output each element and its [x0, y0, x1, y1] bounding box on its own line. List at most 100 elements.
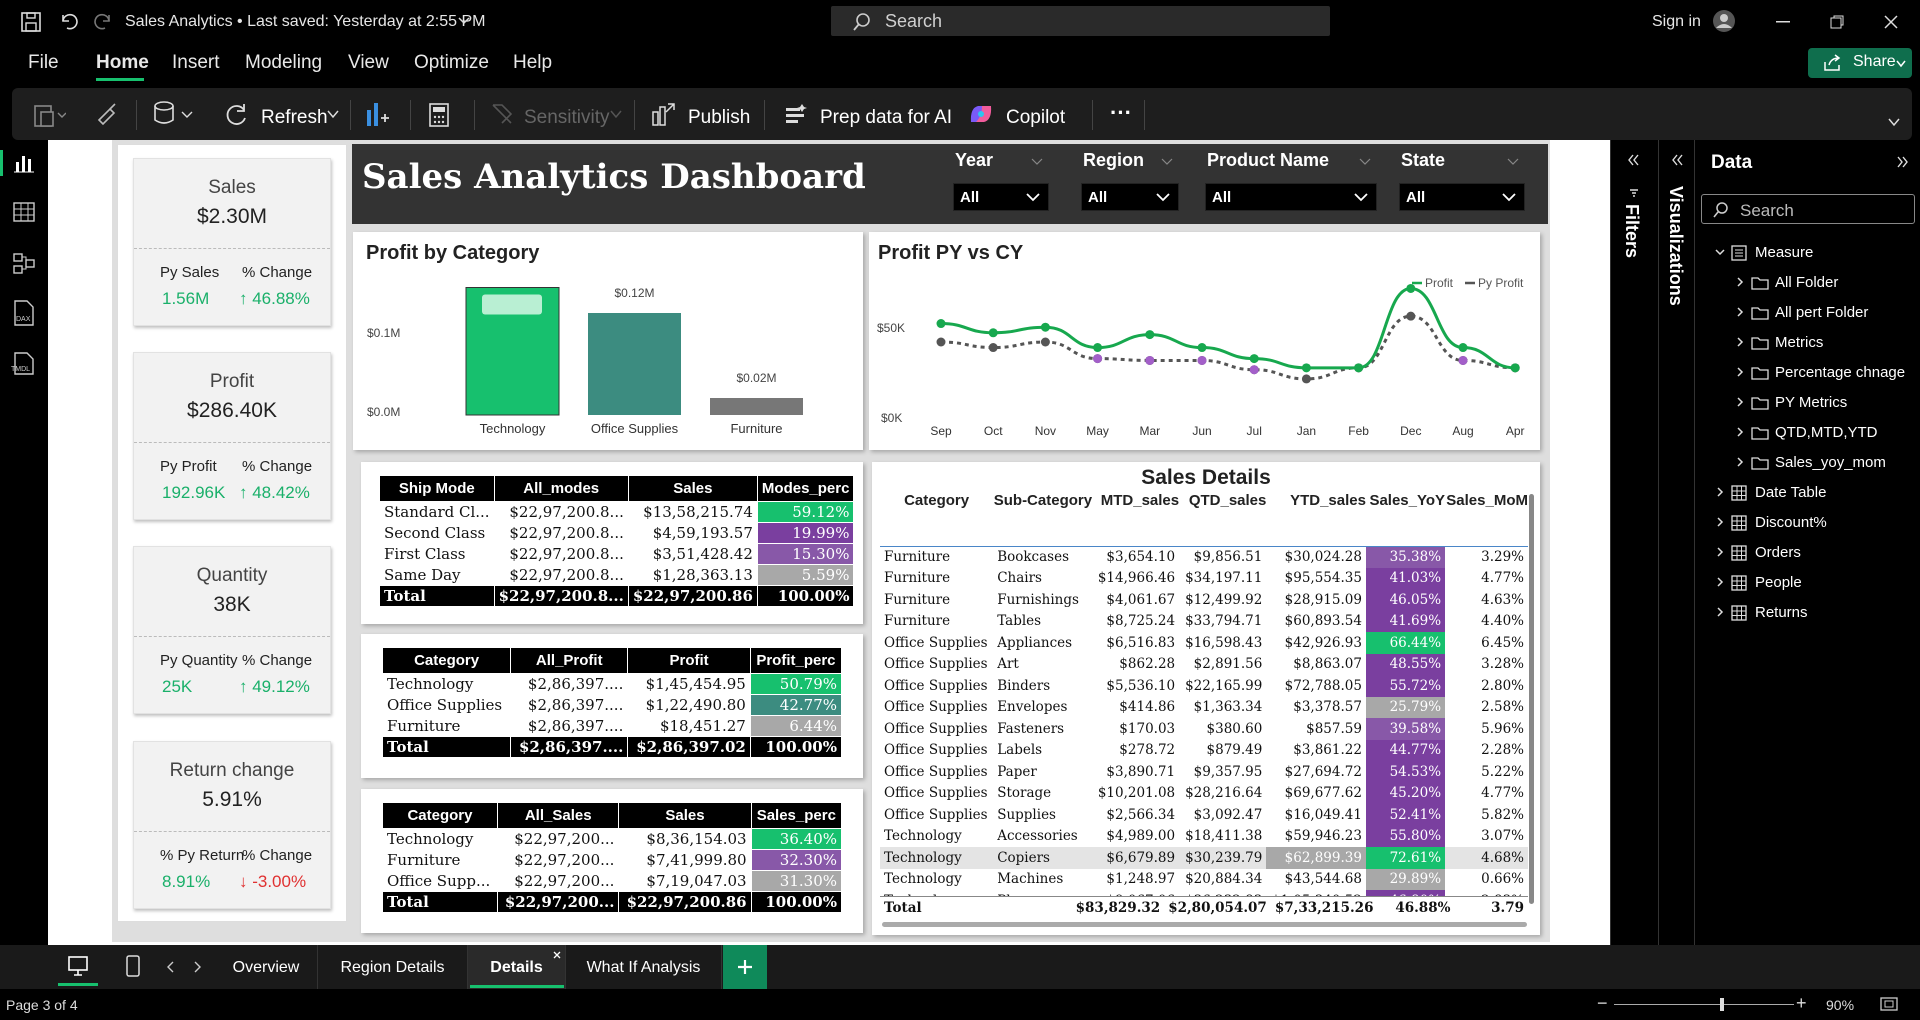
tab-what-if-analysis[interactable]: What If Analysis: [566, 945, 722, 989]
ship-mode-table[interactable]: Ship Mode All_modes Sales Modes_perc Standar…: [379, 475, 855, 607]
calculator-icon[interactable]: [428, 102, 450, 128]
slicer-product-name[interactable]: Product Name All: [1205, 150, 1389, 211]
search-box[interactable]: Search: [831, 6, 1330, 36]
tab-overview[interactable]: Overview: [215, 945, 318, 989]
column-header[interactable]: Sales: [618, 802, 752, 829]
model-view-icon[interactable]: [13, 252, 35, 274]
undo-icon[interactable]: [58, 11, 78, 31]
slicer-year[interactable]: Year All: [953, 150, 1061, 211]
slicer-dropdown[interactable]: All: [1399, 183, 1525, 211]
get-data-icon[interactable]: [152, 100, 194, 128]
slicer-dropdown[interactable]: All: [1205, 183, 1377, 211]
column-header[interactable]: Ship Mode: [379, 475, 495, 502]
add-page-button[interactable]: [723, 945, 767, 989]
menu-modeling[interactable]: Modeling: [245, 52, 322, 74]
format-painter-icon[interactable]: [96, 102, 120, 126]
column-header[interactable]: YTD_sales: [1266, 486, 1366, 546]
zoom-slider-thumb[interactable]: [1720, 998, 1724, 1011]
column-header[interactable]: Sub-Category: [993, 486, 1092, 546]
column-header[interactable]: Category: [382, 802, 498, 829]
chevron-right-icon[interactable]: [1735, 427, 1745, 437]
copilot-button[interactable]: Copilot: [1006, 107, 1065, 129]
tmdl-view-icon[interactable]: TMDL: [10, 352, 38, 376]
sales-details-table[interactable]: Category Sub-Category MTD_sales QTD_sales YT…: [880, 486, 1528, 912]
mobile-layout-icon[interactable]: [125, 955, 141, 977]
column-header[interactable]: All_Sales: [496, 802, 620, 829]
column-header[interactable]: Profit: [627, 647, 751, 674]
tree-item-table[interactable]: People: [1755, 574, 1802, 591]
tree-item-folder[interactable]: All Folder: [1775, 274, 1838, 291]
chevron-right-icon[interactable]: [1735, 337, 1745, 347]
prep-data-button[interactable]: Prep data for AI: [820, 107, 952, 129]
menu-help[interactable]: Help: [513, 52, 552, 74]
prev-page-icon[interactable]: [166, 961, 174, 973]
tree-item-folder[interactable]: Percentage chnage: [1775, 364, 1905, 381]
tree-item-measure[interactable]: Measure: [1755, 244, 1813, 261]
chevron-down-icon[interactable]: [327, 110, 339, 119]
slicer-collapse-icon[interactable]: [1161, 158, 1173, 165]
more-options-button[interactable]: ···: [1110, 100, 1132, 126]
collapse-ribbon-icon[interactable]: [1888, 118, 1900, 127]
chevron-right-icon[interactable]: [1735, 307, 1745, 317]
data-search-input[interactable]: Search: [1701, 194, 1915, 224]
sign-in-link[interactable]: Sign in: [1652, 13, 1701, 31]
expand-filters-icon[interactable]: [1627, 154, 1639, 166]
filters-label[interactable]: Filters: [1621, 204, 1642, 258]
menu-view[interactable]: View: [348, 52, 389, 74]
slicer-collapse-icon[interactable]: [1507, 158, 1519, 165]
save-icon[interactable]: [20, 11, 42, 33]
menu-file[interactable]: File: [28, 52, 59, 74]
chevron-right-icon[interactable]: [1735, 397, 1745, 407]
expand-visualizations-icon[interactable]: [1671, 154, 1683, 166]
chevron-right-icon[interactable]: [1735, 277, 1745, 287]
column-header[interactable]: Sales_YoY: [1366, 486, 1445, 546]
profit-by-category-chart[interactable]: Profit by Category $0.0M$0.1M$0.15MTechn…: [353, 232, 863, 450]
slicer-collapse-icon[interactable]: [1031, 158, 1043, 165]
tree-item-folder[interactable]: PY Metrics: [1775, 394, 1847, 411]
column-header[interactable]: Sales_perc: [750, 802, 843, 829]
tree-item-folder[interactable]: All pert Folder: [1775, 304, 1868, 321]
sales-details-viewport[interactable]: Category Sub-Category MTD_sales QTD_sales YT…: [880, 486, 1528, 924]
refresh-button[interactable]: Refresh: [261, 107, 328, 129]
chevron-right-icon[interactable]: [1715, 487, 1725, 497]
chevron-down-icon[interactable]: [1715, 247, 1725, 257]
slicer-region[interactable]: Region All: [1081, 150, 1191, 211]
chevron-right-icon[interactable]: [1715, 517, 1725, 527]
share-button[interactable]: Share: [1808, 48, 1912, 78]
tab-region-details[interactable]: Region Details: [318, 945, 468, 989]
column-header[interactable]: Category: [880, 486, 993, 546]
column-header[interactable]: QTD_sales: [1179, 486, 1267, 546]
slicer-collapse-icon[interactable]: [1359, 158, 1371, 165]
tree-item-table[interactable]: Date Table: [1755, 484, 1826, 501]
table-view-icon[interactable]: [13, 202, 35, 222]
profit-py-vs-cy-chart[interactable]: Profit PY vs CY $50K $0K Profit Py Profit Se…: [869, 232, 1540, 450]
close-tab-icon[interactable]: [553, 951, 561, 959]
kpi-card[interactable]: Profit $286.40K Py Profit % Change 192.96K ↑ …: [133, 352, 331, 520]
restore-icon[interactable]: [1830, 15, 1844, 29]
close-icon[interactable]: [1884, 15, 1898, 29]
chevron-down-icon[interactable]: [458, 16, 470, 26]
zoom-out-button[interactable]: −: [1597, 993, 1608, 1014]
column-header[interactable]: All_Profit: [510, 647, 629, 674]
menu-home[interactable]: Home: [96, 52, 149, 74]
dax-query-icon[interactable]: DAX: [12, 300, 36, 326]
sales-category-table[interactable]: Category All_Sales Sales Sales_perc Technolo…: [382, 802, 843, 913]
publish-button[interactable]: Publish: [688, 107, 750, 129]
slicer-state[interactable]: State All: [1399, 150, 1537, 211]
desktop-layout-icon[interactable]: [67, 955, 89, 977]
avatar-icon[interactable]: [1712, 9, 1736, 33]
horizontal-scrollbar[interactable]: [882, 922, 1527, 927]
chevron-right-icon[interactable]: [1735, 457, 1745, 467]
zoom-slider[interactable]: [1614, 1004, 1794, 1005]
report-view-icon[interactable]: [13, 152, 35, 174]
zoom-in-button[interactable]: +: [1796, 993, 1807, 1014]
kpi-card[interactable]: Return change 5.91% % Py Return% Change 8.9…: [133, 741, 331, 909]
tree-item-folder[interactable]: QTD,MTD,YTD: [1775, 424, 1878, 441]
tree-item-folder[interactable]: Sales_yoy_mom: [1775, 454, 1886, 471]
chevron-right-icon[interactable]: [1735, 367, 1745, 377]
tree-item-table[interactable]: Orders: [1755, 544, 1801, 561]
fit-to-page-icon[interactable]: [1880, 997, 1898, 1011]
chevron-right-icon[interactable]: [1715, 547, 1725, 557]
column-header[interactable]: MTD_sales: [1093, 486, 1179, 546]
tree-item-folder[interactable]: Metrics: [1775, 334, 1823, 351]
